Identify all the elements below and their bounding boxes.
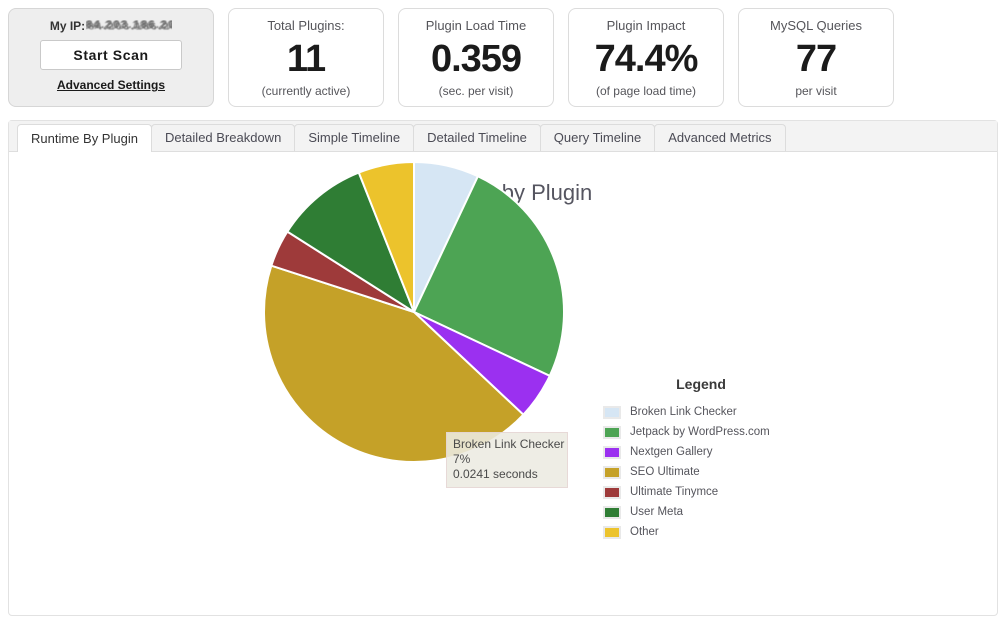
- legend-item-label: Other: [630, 526, 659, 538]
- stat-subtitle: (of page load time): [596, 85, 696, 97]
- legend-item[interactable]: Broken Link Checker: [603, 402, 799, 422]
- start-scan-button[interactable]: Start Scan: [40, 40, 182, 70]
- stat-title: MySQL Queries: [770, 19, 862, 32]
- my-ip-label: My IP:: [50, 19, 85, 33]
- stat-value: 0.359: [431, 40, 521, 78]
- stat-value: 77: [796, 40, 836, 78]
- main-panel: Runtime By Plugin Detailed Breakdown Sim…: [8, 120, 998, 616]
- scan-panel: My IP: 84.203.186.207 84.203.186.207 84.…: [8, 8, 214, 107]
- my-ip-value-redacted: 84.203.186.207 84.203.186.207 84.203.186…: [86, 20, 172, 32]
- stats-row: My IP: 84.203.186.207 84.203.186.207 84.…: [0, 0, 1006, 107]
- pie-chart-svg: [9, 152, 997, 552]
- advanced-settings-link[interactable]: Advanced Settings: [57, 78, 165, 92]
- legend-title: Legend: [603, 376, 799, 392]
- tab-detailed-timeline[interactable]: Detailed Timeline: [413, 124, 541, 151]
- legend-item-label: Jetpack by WordPress.com: [630, 426, 770, 438]
- legend-item-list: Broken Link Checker Jetpack by WordPress.…: [603, 402, 799, 542]
- legend-color-swatch: [603, 526, 621, 539]
- tooltip-seconds: 0.0241 seconds: [453, 467, 561, 482]
- chart-legend: Legend Broken Link Checker Jetpack by Wor…: [603, 376, 799, 542]
- stat-card-total-plugins: Total Plugins: 11 (currently active): [228, 8, 384, 107]
- legend-item-label: User Meta: [630, 506, 683, 518]
- stat-card-plugin-impact: Plugin Impact 74.4% (of page load time): [568, 8, 724, 107]
- tab-detailed-breakdown[interactable]: Detailed Breakdown: [151, 124, 295, 151]
- legend-item-label: Nextgen Gallery: [630, 446, 712, 458]
- pie-tooltip: Broken Link Checker 7% 0.0241 seconds: [446, 432, 568, 488]
- stat-title: Plugin Impact: [607, 19, 686, 32]
- tab-query-timeline[interactable]: Query Timeline: [540, 124, 655, 151]
- legend-item[interactable]: Other: [603, 522, 799, 542]
- stat-title: Plugin Load Time: [426, 19, 526, 32]
- stat-card-mysql-queries: MySQL Queries 77 per visit: [738, 8, 894, 107]
- tab-simple-timeline[interactable]: Simple Timeline: [294, 124, 414, 151]
- legend-color-swatch: [603, 506, 621, 519]
- legend-item[interactable]: User Meta: [603, 502, 799, 522]
- stat-title: Total Plugins:: [267, 19, 344, 32]
- tab-bar: Runtime By Plugin Detailed Breakdown Sim…: [9, 121, 997, 152]
- legend-item[interactable]: Jetpack by WordPress.com: [603, 422, 799, 442]
- ip-scribble-layer-3: 84.203.186.207: [86, 20, 172, 32]
- stat-subtitle: per visit: [795, 85, 836, 97]
- pie-chart: [9, 152, 997, 557]
- legend-item[interactable]: Ultimate Tinymce: [603, 482, 799, 502]
- chart-area: Runtime by Plugin Broken Link Checker 7%…: [9, 152, 997, 616]
- legend-color-swatch: [603, 446, 621, 459]
- legend-item[interactable]: Nextgen Gallery: [603, 442, 799, 462]
- my-ip-line: My IP: 84.203.186.207 84.203.186.207 84.…: [50, 19, 172, 33]
- legend-item[interactable]: SEO Ultimate: [603, 462, 799, 482]
- stat-value: 74.4%: [595, 40, 698, 78]
- tooltip-plugin-name: Broken Link Checker: [453, 437, 561, 452]
- legend-item-label: SEO Ultimate: [630, 466, 700, 478]
- legend-item-label: Broken Link Checker: [630, 406, 737, 418]
- legend-color-swatch: [603, 406, 621, 419]
- legend-color-swatch: [603, 466, 621, 479]
- stat-card-plugin-load-time: Plugin Load Time 0.359 (sec. per visit): [398, 8, 554, 107]
- stat-subtitle: (currently active): [262, 85, 351, 97]
- legend-color-swatch: [603, 486, 621, 499]
- tab-advanced-metrics[interactable]: Advanced Metrics: [654, 124, 785, 151]
- tooltip-percent: 7%: [453, 452, 561, 467]
- tab-runtime-by-plugin[interactable]: Runtime By Plugin: [17, 124, 152, 152]
- legend-color-swatch: [603, 426, 621, 439]
- stat-value: 11: [287, 40, 325, 78]
- stat-subtitle: (sec. per visit): [439, 85, 514, 97]
- legend-item-label: Ultimate Tinymce: [630, 486, 718, 498]
